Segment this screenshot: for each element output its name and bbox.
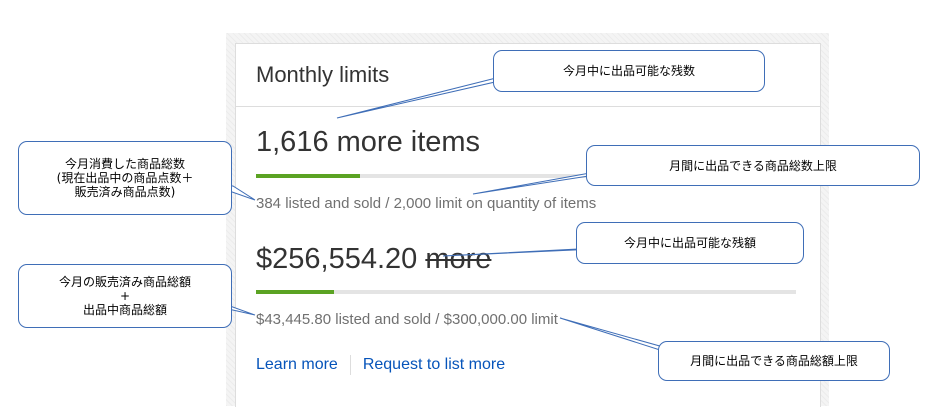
request-to-list-more-link[interactable]: Request to list more [363, 356, 505, 373]
card-title: Monthly limits [256, 62, 390, 87]
link-separator [349, 355, 351, 375]
amount-progress-fill [256, 290, 335, 294]
callout-items-limit-text: 月間に出品できる商品総数上限 [669, 158, 837, 173]
callout-items-used: 今月消費した商品総数 (現在出品中の商品点数＋ 販売済み商品点数) [18, 141, 232, 215]
items-progress-fill [256, 174, 360, 178]
card-links: Learn more Request to list more [256, 355, 505, 375]
learn-more-link[interactable]: Learn more [256, 356, 338, 373]
callout-amount-used: 今月の販売済み商品総額 + 出品中商品総額 [18, 264, 232, 328]
callout-remaining-amount-text: 今月中に出品可能な残額 [623, 236, 756, 250]
callout-remaining-items-text: 今月中に出品可能な残数 [562, 64, 695, 78]
callout-amount-used-text: 今月の販売済み商品総額 + 出品中商品総額 [58, 275, 191, 317]
callout-remaining-items: 今月中に出品可能な残数 [493, 50, 765, 92]
items-usage-text: 384 listed and sold / 2,000 limit on qua… [256, 195, 597, 212]
callout-items-limit: 月間に出品できる商品総数上限 [586, 145, 920, 186]
callout-items-used-text: 今月消費した商品総数 (現在出品中の商品点数＋ 販売済み商品点数) [56, 157, 194, 199]
remaining-amount-more: more [425, 243, 492, 275]
amount-progress-bar [256, 290, 796, 294]
remaining-amount-value: $256,554.20 more [256, 243, 491, 276]
amount-usage-text: $43,445.80 listed and sold / $300,000.00… [256, 311, 558, 328]
callout-amount-limit: 月間に出品できる商品総額上限 [658, 341, 890, 381]
callout-amount-limit-text: 月間に出品できる商品総額上限 [690, 354, 858, 368]
remaining-amount-number: $256,554.20 [256, 243, 418, 275]
callout-remaining-amount: 今月中に出品可能な残額 [576, 222, 804, 264]
remaining-items-value: 1,616 more items [256, 126, 481, 158]
